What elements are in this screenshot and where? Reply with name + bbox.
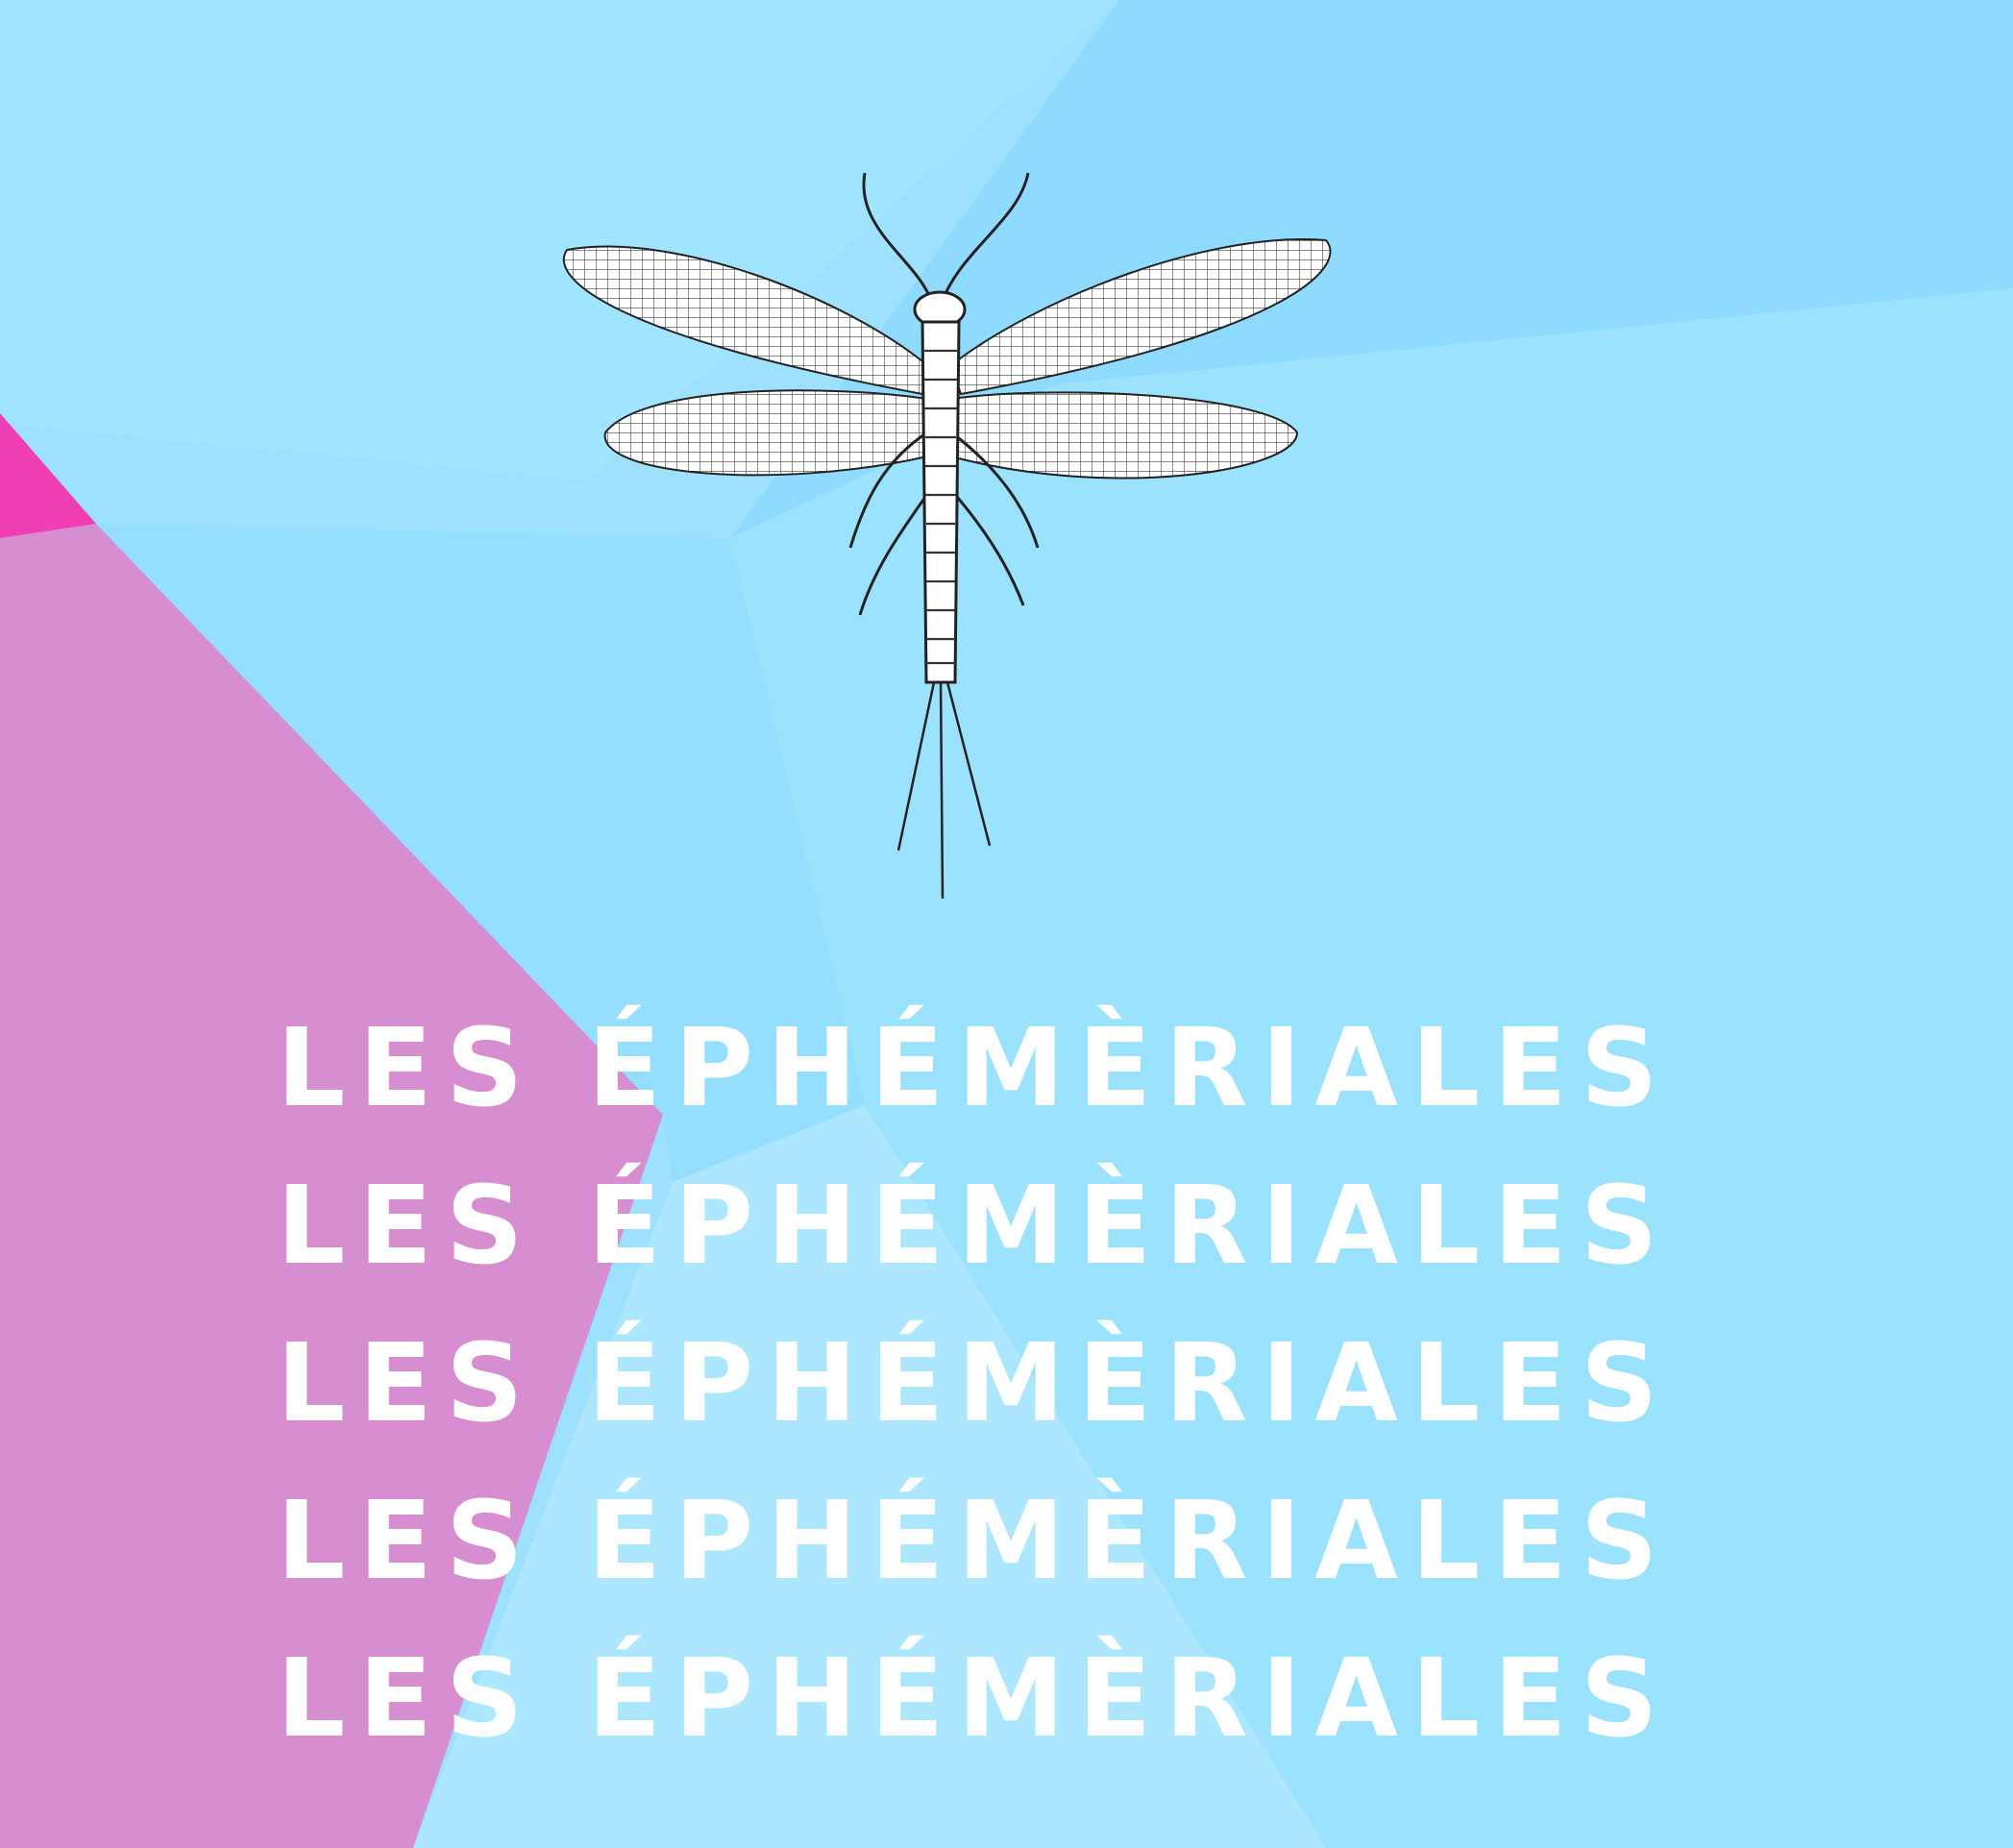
title-line: LES ÉPHÉMÈRIALES: [277, 1479, 1672, 1604]
mayfly-icon: [562, 172, 1332, 899]
poster: LES ÉPHÉMÈRIALES LES ÉPHÉMÈRIALES LES ÉP…: [0, 0, 2013, 1848]
title-line: LES ÉPHÉMÈRIALES: [277, 1321, 1672, 1446]
title-line: LES ÉPHÉMÈRIALES: [277, 1006, 1672, 1131]
title-line: LES ÉPHÉMÈRIALES: [277, 1164, 1672, 1289]
title-block: LES ÉPHÉMÈRIALES LES ÉPHÉMÈRIALES LES ÉP…: [277, 990, 1776, 1778]
title-line: LES ÉPHÉMÈRIALES: [277, 1637, 1672, 1762]
facet-magenta: [0, 413, 96, 538]
